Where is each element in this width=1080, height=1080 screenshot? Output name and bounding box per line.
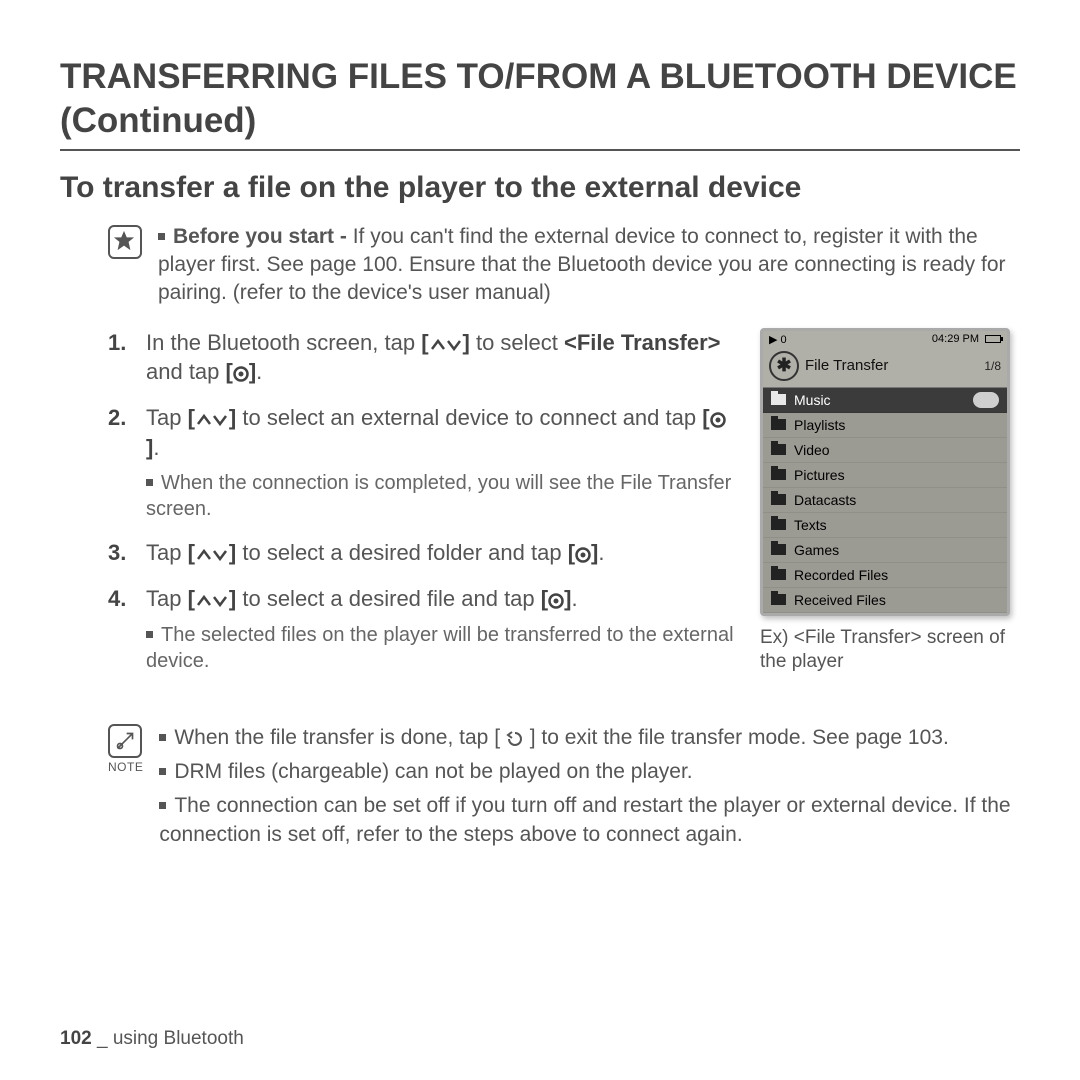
before-lead: Before you start -	[173, 225, 347, 248]
step-4-mid: to select a desired file and tap	[236, 586, 541, 611]
bullet-icon	[159, 802, 166, 809]
step-2: Tap [] to select an external device to c…	[108, 403, 738, 522]
note-list: When the file transfer is done, tap [ ] …	[159, 724, 1020, 855]
device-list-item-label: Received Files	[794, 592, 886, 608]
selection-arrow-icon	[973, 392, 999, 408]
back-icon	[506, 731, 524, 747]
folder-icon	[771, 419, 786, 430]
folder-icon	[771, 594, 786, 605]
up-down-icon	[429, 337, 463, 353]
step-1-post2: .	[256, 359, 262, 384]
device-list-item-label: Playlists	[794, 417, 845, 433]
step-2-sub: When the connection is completed, you wi…	[146, 470, 738, 522]
select-icon	[233, 366, 249, 382]
device-list-item: Recorded Files	[763, 563, 1007, 588]
device-caption: Ex) <File Transfer> screen of the player	[760, 626, 1020, 675]
device-screenshot: ▶ 0 04:29 PM ✱ File Transfer 1/8 Music Pl…	[760, 328, 1010, 616]
folder-icon	[771, 469, 786, 480]
device-list-item: Datacasts	[763, 488, 1007, 513]
step-4-sub: The selected files on the player will be…	[146, 622, 738, 674]
steps-list: In the Bluetooth screen, tap [] to selec…	[60, 328, 738, 674]
device-list-item-label: Video	[794, 442, 830, 458]
step-4: Tap [] to select a desired file and tap …	[108, 584, 738, 674]
before-you-start-block: Before you start - If you can't find the…	[60, 223, 1020, 308]
note-icon	[108, 724, 142, 758]
star-icon	[108, 225, 142, 259]
bullet-icon	[158, 233, 165, 240]
device-header-count: 1/8	[984, 359, 1001, 373]
step-3-mid: to select a desired folder and tap	[236, 540, 567, 565]
page-number: 102	[60, 1028, 92, 1049]
bullet-icon	[159, 734, 166, 741]
device-file-list: Music Playlists Video Pictures Datacasts Text…	[763, 388, 1007, 613]
note-block: NOTE When the file transfer is done, tap…	[60, 724, 1020, 855]
step-1-pre: In the Bluetooth screen, tap	[146, 330, 421, 355]
up-down-icon	[195, 593, 229, 609]
device-status-bar: ▶ 0 04:29 PM	[763, 331, 1007, 347]
step-3-pre: Tap	[146, 540, 188, 565]
footer-sep: _	[92, 1028, 113, 1049]
device-list-item-label: Music	[794, 392, 831, 408]
step-3-post2: .	[598, 540, 604, 565]
step-4-post2: .	[571, 586, 577, 611]
folder-icon	[771, 544, 786, 555]
before-you-start-text: Before you start - If you can't find the…	[158, 223, 1020, 308]
device-header-title: File Transfer	[805, 357, 888, 374]
device-list-item: Playlists	[763, 413, 1007, 438]
device-header: ✱ File Transfer 1/8	[763, 347, 1007, 388]
step-2-pre: Tap	[146, 405, 188, 430]
folder-icon	[771, 394, 786, 405]
device-time: 04:29 PM	[932, 333, 979, 345]
device-list-item: Video	[763, 438, 1007, 463]
step-3: Tap [] to select a desired folder and ta…	[108, 538, 738, 568]
up-down-icon	[195, 547, 229, 563]
device-list-item-label: Recorded Files	[794, 567, 888, 583]
step-2-mid: to select an external device to connect …	[236, 405, 702, 430]
footer-section: using Bluetooth	[113, 1028, 244, 1049]
device-list-item-label: Pictures	[794, 467, 845, 483]
note-item-2: DRM files (chargeable) can not be played…	[159, 758, 1020, 786]
device-list-item: Pictures	[763, 463, 1007, 488]
note-label: NOTE	[108, 760, 143, 774]
select-icon	[548, 593, 564, 609]
folder-icon	[771, 519, 786, 530]
step-1-bold: <File Transfer>	[564, 330, 721, 355]
bullet-icon	[159, 768, 166, 775]
step-2-post2: .	[153, 435, 159, 460]
section-subtitle: To transfer a file on the player to the …	[60, 171, 1020, 205]
device-list-item: Received Files	[763, 588, 1007, 613]
bullet-icon	[146, 631, 153, 638]
folder-icon	[771, 569, 786, 580]
note-item-3: The connection can be set off if you tur…	[159, 792, 1020, 849]
up-down-icon	[195, 412, 229, 428]
step-1-post1: and tap	[146, 359, 226, 384]
select-icon	[575, 547, 591, 563]
device-list-item: Music	[763, 388, 1007, 413]
note-item-1: When the file transfer is done, tap [ ] …	[159, 724, 1020, 752]
device-list-item: Games	[763, 538, 1007, 563]
device-list-item: Texts	[763, 513, 1007, 538]
folder-icon	[771, 444, 786, 455]
select-icon	[710, 412, 726, 428]
page-footer: 102 _ using Bluetooth	[60, 1028, 244, 1050]
battery-icon	[985, 335, 1001, 343]
step-1-mid: to select	[470, 330, 564, 355]
device-list-item-label: Games	[794, 542, 839, 558]
step-4-pre: Tap	[146, 586, 188, 611]
play-indicator: ▶ 0	[769, 333, 787, 346]
device-list-item-label: Texts	[794, 517, 827, 533]
device-list-item-label: Datacasts	[794, 492, 856, 508]
folder-icon	[771, 494, 786, 505]
step-1: In the Bluetooth screen, tap [] to selec…	[108, 328, 738, 387]
bluetooth-icon: ✱	[769, 351, 799, 381]
bullet-icon	[146, 479, 153, 486]
page-title: TRANSFERRING FILES TO/FROM A BLUETOOTH D…	[60, 55, 1020, 151]
